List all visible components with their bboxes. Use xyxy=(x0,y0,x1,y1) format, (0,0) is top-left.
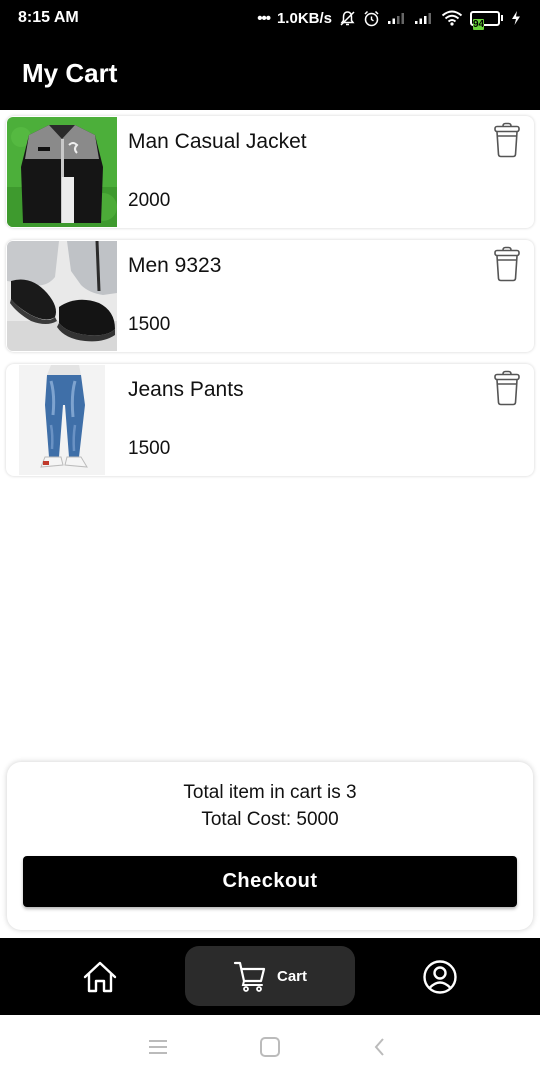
nav-profile[interactable] xyxy=(410,938,470,1015)
item-name: Men 9323 xyxy=(128,254,222,277)
profile-icon xyxy=(423,959,457,994)
battery-level: 94 xyxy=(473,18,485,30)
item-name: Man Casual Jacket xyxy=(128,130,307,153)
item-price: 2000 xyxy=(128,190,171,211)
signal-icon xyxy=(414,11,434,25)
network-speed: 1.0KB/s xyxy=(276,9,332,27)
page-title: My Cart xyxy=(22,57,118,88)
nav-cart[interactable]: Cart xyxy=(185,946,355,1006)
jeans-photo xyxy=(7,365,117,475)
bottom-nav: Cart xyxy=(0,938,540,1015)
delete-button[interactable] xyxy=(492,122,522,158)
total-cost-text: Total Cost: 5000 xyxy=(201,809,339,830)
status-icons: ••• 1.0KB/s 94 xyxy=(257,9,522,30)
app-bar: My Cart xyxy=(0,36,540,110)
home-square-icon[interactable] xyxy=(258,1035,282,1059)
battery-icon: 94 xyxy=(470,10,503,30)
item-name: Jeans Pants xyxy=(128,378,244,401)
cart-icon xyxy=(233,961,266,992)
status-bar: 8:15 AM ••• 1.0KB/s 94 xyxy=(0,0,540,36)
back-icon[interactable] xyxy=(368,1035,392,1059)
wifi-icon xyxy=(441,10,463,26)
delete-button[interactable] xyxy=(492,246,522,282)
nav-cart-label: Cart xyxy=(276,967,307,985)
cart-summary: Total item in cart is 3 Total Cost: 5000… xyxy=(7,762,533,930)
mute-icon xyxy=(339,10,356,27)
nav-home[interactable] xyxy=(70,938,130,1015)
cart-item[interactable]: Man Casual Jacket 2000 xyxy=(6,116,534,228)
trash-icon xyxy=(494,122,520,158)
charging-icon xyxy=(510,10,522,26)
item-price: 1500 xyxy=(128,438,171,459)
cart-item[interactable]: Jeans Pants 1500 xyxy=(6,364,534,476)
home-icon xyxy=(83,961,117,992)
system-nav-bar xyxy=(0,1015,540,1080)
signal-icon xyxy=(387,11,407,25)
dots-icon: ••• xyxy=(257,9,271,27)
jacket-photo xyxy=(7,117,117,227)
total-items-text: Total item in cart is 3 xyxy=(183,782,357,803)
checkout-button[interactable]: Checkout xyxy=(23,856,517,907)
status-time: 8:15 AM xyxy=(18,9,79,26)
trash-icon xyxy=(494,370,520,406)
cart-item[interactable]: Men 9323 1500 xyxy=(6,240,534,352)
alarm-icon xyxy=(363,10,380,27)
trash-icon xyxy=(494,246,520,282)
delete-button[interactable] xyxy=(492,370,522,406)
shoes-photo xyxy=(7,241,117,351)
item-price: 1500 xyxy=(128,314,171,335)
menu-icon[interactable] xyxy=(146,1035,170,1059)
